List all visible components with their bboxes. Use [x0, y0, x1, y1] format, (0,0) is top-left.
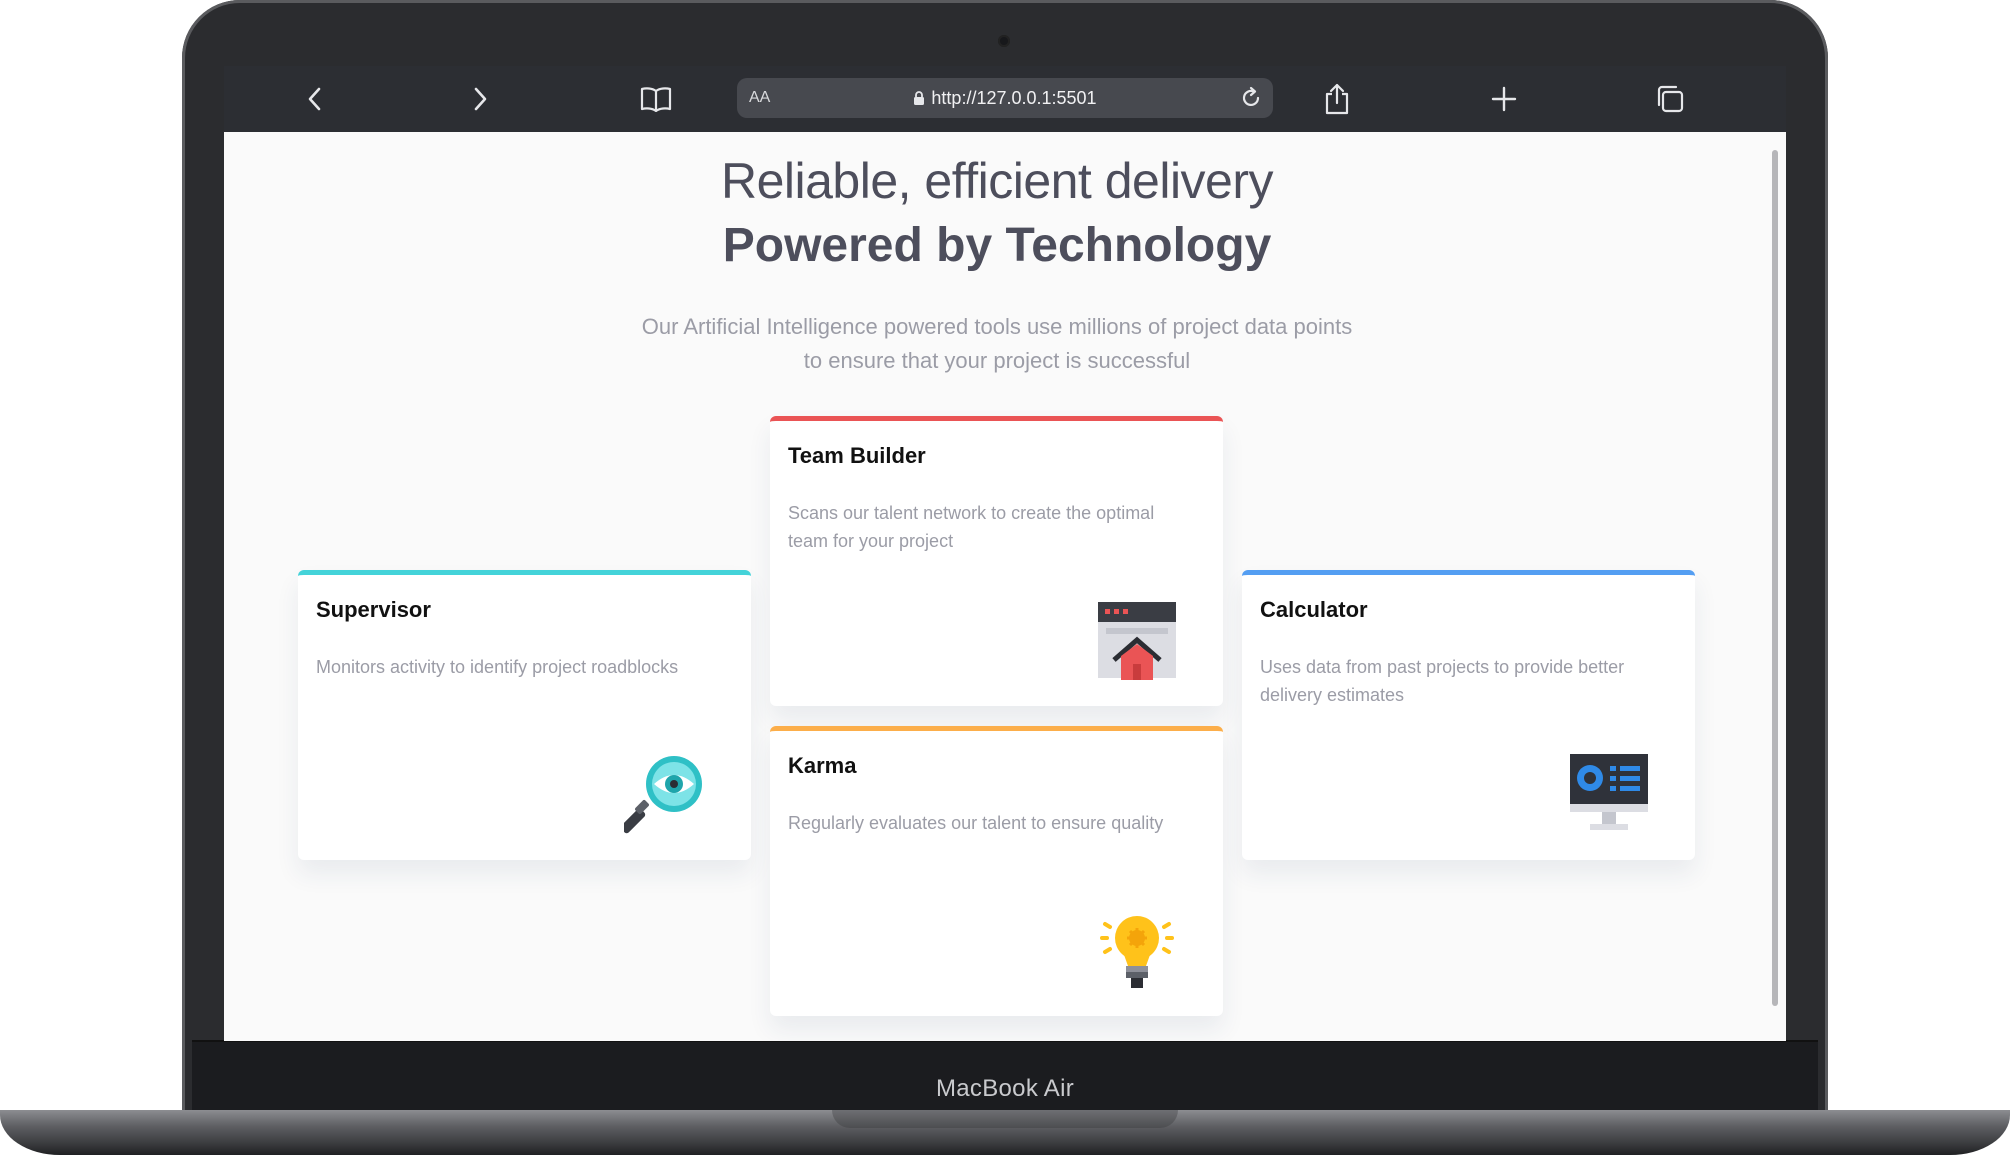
card-calculator: Calculator Uses data from past projects … — [1242, 570, 1695, 860]
card-team-builder: Team Builder Scans our talent network to… — [770, 416, 1223, 706]
page-scrollbar[interactable] — [1772, 150, 1778, 1006]
card-supervisor: Supervisor Monitors activity to identify… — [298, 570, 751, 860]
card-title: Calculator — [1260, 597, 1368, 622]
card-title: Supervisor — [316, 597, 431, 622]
share-button[interactable] — [1318, 80, 1356, 118]
chevron-left-icon — [308, 87, 321, 111]
subtitle-line-1: Our Artificial Intelligence powered tool… — [641, 314, 1353, 339]
reload-icon[interactable] — [1239, 86, 1263, 110]
camera-icon — [998, 35, 1010, 47]
bookmarks-button[interactable] — [637, 80, 675, 118]
url-text: http://127.0.0.1:5501 — [931, 88, 1097, 108]
share-icon — [1325, 83, 1349, 115]
page-subtitle: Our Artificial Intelligence powered tool… — [547, 310, 1447, 378]
new-tab-button[interactable] — [1485, 80, 1523, 118]
page-heading-light: Reliable, efficient delivery — [720, 153, 1274, 209]
subtitle-line-2: to ensure that your project is successfu… — [803, 348, 1191, 373]
card-description: Uses data from past projects to provide … — [1260, 657, 1625, 705]
laptop-notch — [832, 1110, 1178, 1128]
browser-house-icon — [1098, 602, 1176, 680]
tabs-button[interactable] — [1651, 80, 1689, 118]
browser-window: AA http://127.0.0.1:5501 Reliable, effic… — [224, 66, 1786, 1041]
chevron-right-icon — [474, 87, 487, 111]
forward-button[interactable] — [461, 80, 499, 118]
address-bar[interactable]: AA http://127.0.0.1:5501 — [737, 78, 1273, 118]
card-description: Regularly evaluates our talent to ensure… — [788, 813, 1164, 833]
page-heading-bold: Powered by Technology — [722, 219, 1272, 272]
magnifier-eye-icon — [624, 756, 702, 834]
card-title: Karma — [788, 753, 857, 778]
card-description: Scans our talent network to create the o… — [788, 503, 1155, 551]
lock-icon — [914, 91, 925, 105]
plus-icon — [1491, 86, 1517, 112]
lightbulb-icon — [1100, 916, 1174, 988]
card-title: Team Builder — [788, 443, 926, 468]
card-description: Monitors activity to identify project ro… — [316, 657, 679, 677]
tabs-icon — [1657, 85, 1684, 113]
device-label: MacBook Air — [935, 1075, 1075, 1102]
monitor-chart-icon — [1570, 754, 1648, 830]
back-button[interactable] — [296, 80, 334, 118]
browser-toolbar: AA http://127.0.0.1:5501 — [224, 66, 1786, 132]
card-karma: Karma Regularly evaluates our talent to … — [770, 726, 1223, 1016]
book-icon — [640, 87, 672, 112]
